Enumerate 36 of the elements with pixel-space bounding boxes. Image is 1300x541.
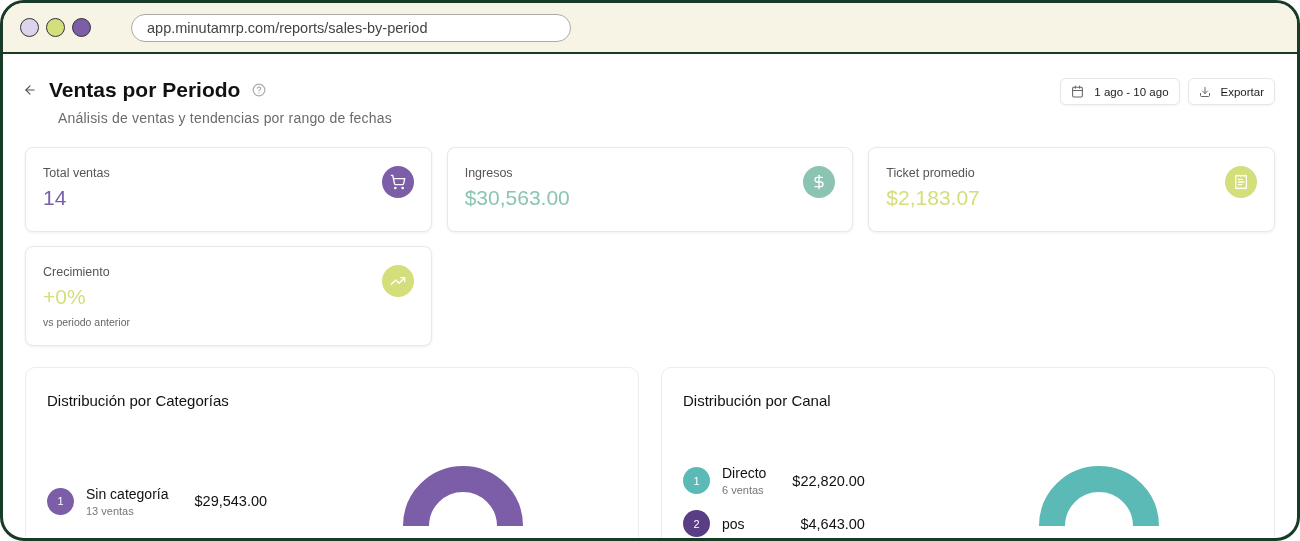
stat-label: Ingresos (464, 166, 514, 180)
page-title: Ventas por Periodo (49, 78, 241, 102)
address-bar[interactable]: app.minutamrp.com/reports/sales-by-period (131, 13, 571, 42)
stat-value: $30,563.00 (464, 186, 570, 210)
download-icon (1198, 85, 1211, 98)
item-name: Directo (722, 465, 767, 481)
stat-label: Crecimiento (43, 265, 111, 279)
item-amount: $4,643.00 (800, 515, 865, 532)
rank-badge: 1 (47, 487, 74, 515)
stat-value: 14 (43, 186, 68, 210)
window-dot[interactable] (20, 18, 39, 37)
dollar-icon (803, 166, 836, 198)
item-count: 13 ventas (86, 504, 135, 517)
item-count: 6 ventas (722, 484, 765, 496)
card-title: Distribución por Categorías (47, 392, 230, 409)
rank-badge: 1 (683, 467, 710, 494)
item-name: pos (722, 515, 745, 532)
date-range-button[interactable]: 1 ago - 10 ago (1060, 78, 1180, 105)
trend-up-icon (381, 265, 414, 297)
window-dot[interactable] (46, 18, 65, 37)
export-button[interactable]: Exportar (1187, 78, 1275, 105)
stat-value: +0% (43, 285, 87, 309)
item-amount: $22,820.00 (792, 472, 865, 489)
stat-label: Ticket promedio (886, 166, 976, 180)
receipt-icon (1225, 166, 1257, 198)
item-amount: $29,543.00 (194, 493, 268, 509)
page-subtitle: Análisis de ventas y tendencias por rango de fechas (58, 110, 392, 126)
stat-note: vs periodo anterior (43, 316, 130, 328)
window-dot[interactable] (72, 18, 91, 37)
stat-value: $2,183.07 (886, 186, 980, 210)
rank-badge: 2 (683, 510, 710, 537)
stat-label: Total ventas (43, 166, 110, 180)
calendar-icon (1071, 85, 1085, 98)
card-title: Distribución por Canal (683, 392, 832, 409)
item-name: Sin categoría (86, 485, 169, 502)
cart-icon (381, 166, 414, 198)
